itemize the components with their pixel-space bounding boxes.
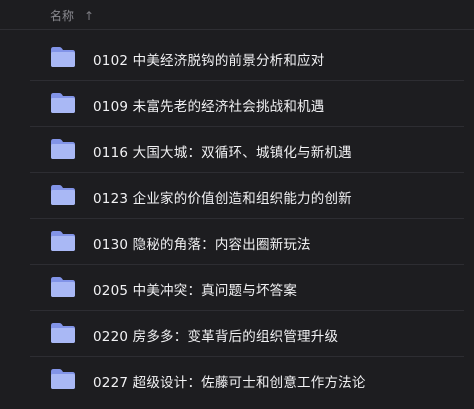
folder-name: 0130 隐秘的角落：内容出圈新玩法 [93, 237, 311, 253]
list-header: 名称 ↑ [0, 0, 474, 30]
folder-name: 0123 企业家的价值创造和组织能力的创新 [93, 191, 352, 207]
folder-name: 0109 未富先老的经济社会挑战和机遇 [93, 99, 325, 115]
folder-icon [51, 47, 75, 67]
folder-icon [51, 277, 75, 297]
list-item[interactable]: 0102 中美经济脱钩的前景分析和应对 [30, 35, 464, 81]
list-item[interactable]: 0130 隐秘的角落：内容出圈新玩法 [30, 219, 464, 265]
folder-name: 0220 房多多：变革背后的组织管理升级 [93, 329, 339, 345]
list-item[interactable]: 0123 企业家的价值创造和组织能力的创新 [30, 173, 464, 219]
folder-icon [51, 185, 75, 205]
name-column-header[interactable]: 名称 ↑ [50, 7, 94, 24]
folder-icon [51, 369, 75, 389]
folder-icon [51, 93, 75, 113]
list-item[interactable]: 0109 未富先老的经济社会挑战和机遇 [30, 81, 464, 127]
folder-name: 0205 中美冲突：真问题与坏答案 [93, 283, 298, 299]
folder-icon [51, 139, 75, 159]
list-item[interactable]: 0116 大国大城：双循环、城镇化与新机遇 [30, 127, 464, 173]
list-item[interactable]: 0227 超级设计：佐藤可士和创意工作方法论 [30, 357, 464, 403]
folder-icon [51, 323, 75, 343]
folder-icon [51, 231, 75, 251]
name-column-label: 名称 [50, 9, 75, 23]
list-item[interactable]: 0220 房多多：变革背后的组织管理升级 [30, 311, 464, 357]
arrow-up-icon: ↑ [84, 8, 95, 23]
list-item[interactable]: 0205 中美冲突：真问题与坏答案 [30, 265, 464, 311]
folder-name: 0102 中美经济脱钩的前景分析和应对 [93, 53, 325, 69]
folder-name: 0116 大国大城：双循环、城镇化与新机遇 [93, 145, 352, 161]
folder-name: 0227 超级设计：佐藤可士和创意工作方法论 [93, 375, 366, 391]
folder-list: 0102 中美经济脱钩的前景分析和应对 0109 未富先老的经济社会挑战和机遇 … [0, 35, 474, 403]
file-browser-window: 名称 ↑ 0102 中美经济脱钩的前景分析和应对 0109 未富先老的经济社会挑… [0, 0, 474, 409]
